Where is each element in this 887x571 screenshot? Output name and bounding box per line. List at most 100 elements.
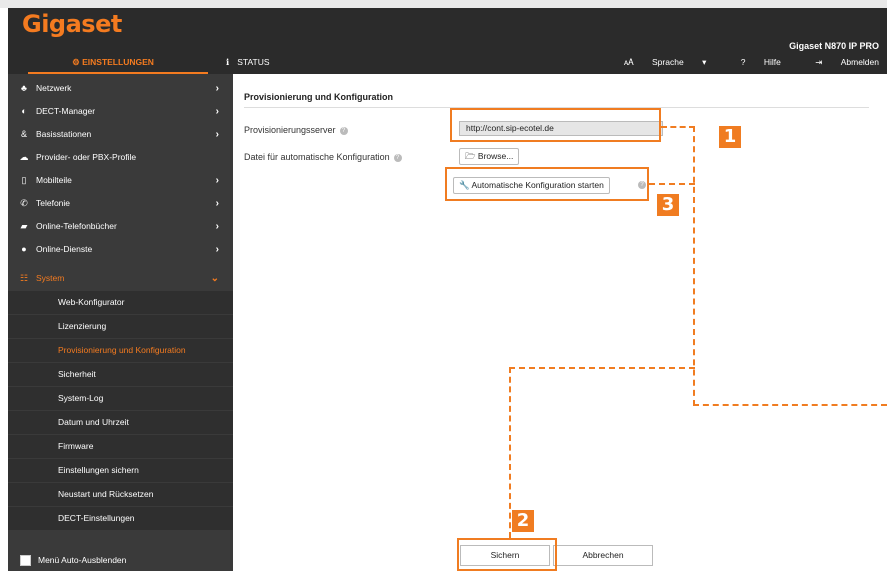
chevron-right-icon: › bbox=[215, 175, 219, 186]
phone-icon: ✆ bbox=[20, 198, 28, 208]
sidebar-subitem-sicherheit[interactable]: Sicherheit bbox=[8, 363, 233, 386]
sidebar-item-label: Online-Telefonbücher bbox=[36, 221, 117, 231]
callout-line-1 bbox=[661, 126, 695, 128]
sidebar-subitem-datum-uhrzeit[interactable]: Datum und Uhrzeit bbox=[8, 411, 233, 434]
sidebar-item-label: Mobilteile bbox=[36, 175, 72, 185]
help-circle-icon[interactable]: ? bbox=[393, 153, 402, 162]
sidebar-item-label: Telefonie bbox=[36, 198, 71, 208]
sidebar-subitem-label: Datum und Uhrzeit bbox=[58, 417, 129, 427]
sidebar-subitem-label: Provisionierung und Konfiguration bbox=[58, 345, 186, 355]
chevron-right-icon: › bbox=[215, 129, 219, 140]
cancel-button[interactable]: Abbrechen bbox=[553, 545, 653, 566]
sidebar-item-provider[interactable]: ☁ Provider- oder PBX-Profile bbox=[8, 146, 233, 169]
callout-line-3 bbox=[649, 183, 695, 185]
logout-icon: ⇥ bbox=[815, 57, 823, 67]
sidebar-item-online-telefonbuecher[interactable]: ▰ Online-Telefonbücher › bbox=[8, 215, 233, 238]
sidebar-subitem-label: Neustart und Rücksetzen bbox=[58, 489, 154, 499]
server-label-row: Provisionierungsserver? bbox=[244, 125, 348, 135]
sidebar-item-label: System bbox=[36, 273, 65, 283]
gigaset-logo: Gigaset bbox=[22, 10, 122, 38]
gear-icon: ⚙ bbox=[72, 57, 80, 67]
main-content: Provisionierung und Konfiguration Provis… bbox=[233, 74, 887, 571]
callout-box-1 bbox=[450, 108, 661, 142]
browse-button[interactable]: 🗁 Browse... bbox=[459, 148, 520, 165]
top-strip bbox=[0, 0, 887, 8]
network-icon: ♣ bbox=[21, 83, 27, 93]
sidebar-subitem-neustart[interactable]: Neustart und Rücksetzen bbox=[8, 483, 233, 506]
sidebar-item-online-dienste[interactable]: ● Online-Dienste › bbox=[8, 238, 233, 261]
sidebar-item-mobilteile[interactable]: ▯ Mobilteile › bbox=[8, 169, 233, 192]
sidebar-item-dect-manager[interactable]: ◐ DECT-Manager › bbox=[8, 100, 233, 123]
cloud-icon: ☁ bbox=[19, 152, 29, 162]
help-circle-icon[interactable]: ? bbox=[339, 126, 348, 135]
sidebar-item-basisstationen[interactable]: & Basisstationen › bbox=[8, 123, 233, 146]
tab-status-label: STATUS bbox=[237, 57, 270, 67]
sidebar-subitem-label: Firmware bbox=[58, 441, 94, 451]
chevron-right-icon: › bbox=[215, 198, 219, 209]
chevron-right-icon: › bbox=[215, 221, 219, 232]
sidebar-subitem-firmware[interactable]: Firmware bbox=[8, 435, 233, 458]
question-icon: ? bbox=[740, 57, 746, 67]
auto-hide-checkbox[interactable] bbox=[20, 555, 31, 566]
callout-line-1-vertical bbox=[693, 126, 695, 406]
sidebar-subitem-label: System-Log bbox=[58, 393, 104, 403]
file-label-row: Datei für automatische Konfiguration? bbox=[244, 152, 402, 162]
help-link[interactable]: ? Hilfe bbox=[725, 57, 781, 67]
callout-box-3 bbox=[445, 167, 649, 201]
logout-link[interactable]: ⇥ Abmelden bbox=[799, 57, 879, 67]
callout-line-1-horizontal bbox=[693, 404, 887, 406]
callout-number-1: 1 bbox=[719, 126, 741, 148]
sidebar-subitem-label: Lizenzierung bbox=[58, 321, 107, 331]
folder-icon: 🗁 bbox=[465, 151, 476, 161]
callout-line-2-vertical bbox=[509, 367, 511, 538]
chevron-right-icon: › bbox=[215, 106, 219, 117]
sidebar-subitem-dect-einstellungen[interactable]: DECT-Einstellungen bbox=[8, 507, 233, 530]
help-label: Hilfe bbox=[763, 57, 781, 67]
sidebar-subitem-label: Sicherheit bbox=[58, 369, 96, 379]
file-label: Datei für automatische Konfiguration bbox=[244, 152, 390, 162]
device-name: Gigaset N870 IP PRO bbox=[789, 41, 879, 51]
tab-settings[interactable]: ⚙ EINSTELLUNGEN bbox=[8, 51, 218, 74]
sidebar-item-label: DECT-Manager bbox=[36, 106, 96, 116]
sidebar-item-label: Provider- oder PBX-Profile bbox=[36, 152, 137, 162]
language-label: Sprache bbox=[652, 57, 684, 67]
handset-icon: ▯ bbox=[21, 175, 27, 185]
language-icon: 🗚 bbox=[624, 57, 634, 67]
sidebar-subitem-system-log[interactable]: System-Log bbox=[8, 387, 233, 410]
logout-label: Abmelden bbox=[840, 57, 879, 67]
chevron-right-icon: › bbox=[215, 244, 219, 255]
sidebar-subitem-label: Einstellungen sichern bbox=[58, 465, 139, 475]
sidebar-subitem-einstellungen-sichern[interactable]: Einstellungen sichern bbox=[8, 459, 233, 482]
chevron-right-icon: › bbox=[215, 83, 219, 94]
chevron-down-icon: ⌄ bbox=[210, 273, 219, 284]
callout-number-3: 3 bbox=[657, 194, 679, 216]
browse-label: Browse... bbox=[477, 151, 514, 161]
globe-icon: ● bbox=[21, 244, 27, 254]
sidebar-item-label: Netzwerk bbox=[36, 83, 72, 93]
sidebar-item-telefonie[interactable]: ✆ Telefonie › bbox=[8, 192, 233, 215]
language-menu[interactable]: 🗚 Sprache ▾ bbox=[608, 57, 706, 67]
system-icon: ☷ bbox=[19, 273, 29, 283]
sidebar-item-label: Basisstationen bbox=[36, 129, 92, 139]
tab-settings-label: EINSTELLUNGEN bbox=[82, 57, 154, 67]
callout-number-2: 2 bbox=[512, 510, 534, 532]
sidebar-subitem-provisionierung[interactable]: Provisionierung und Konfiguration bbox=[8, 339, 233, 362]
info-icon: i bbox=[226, 58, 230, 68]
sidebar: ♣ Netzwerk › ◐ DECT-Manager › & Basisstatione… bbox=[8, 74, 233, 571]
base-stations-icon: & bbox=[20, 129, 27, 139]
sidebar-subitem-web-konfigurator[interactable]: Web-Konfigurator bbox=[8, 291, 233, 314]
auto-hide-label: Menü Auto-Ausblenden bbox=[38, 555, 127, 565]
callout-line-2 bbox=[509, 367, 695, 369]
sidebar-item-system[interactable]: ☷ System ⌄ bbox=[8, 267, 233, 290]
tab-status[interactable]: i STATUS bbox=[226, 51, 270, 74]
dect-manager-icon: ◐ bbox=[21, 106, 27, 116]
top-navbar: ⚙ EINSTELLUNGEN i STATUS 🗚 Sprache ▾ ? Hi… bbox=[8, 51, 887, 74]
nav-right: 🗚 Sprache ▾ ? Hilfe ⇥ Abmelden bbox=[592, 51, 879, 74]
auto-hide-toggle[interactable]: Menü Auto-Ausblenden bbox=[8, 553, 233, 571]
server-label: Provisionierungsserver bbox=[244, 125, 336, 135]
sidebar-subitem-label: DECT-Einstellungen bbox=[58, 513, 135, 523]
page-title: Provisionierung und Konfiguration bbox=[244, 92, 393, 102]
sidebar-item-netzwerk[interactable]: ♣ Netzwerk › bbox=[8, 77, 233, 100]
sidebar-item-label: Online-Dienste bbox=[36, 244, 93, 254]
sidebar-subitem-lizenzierung[interactable]: Lizenzierung bbox=[8, 315, 233, 338]
